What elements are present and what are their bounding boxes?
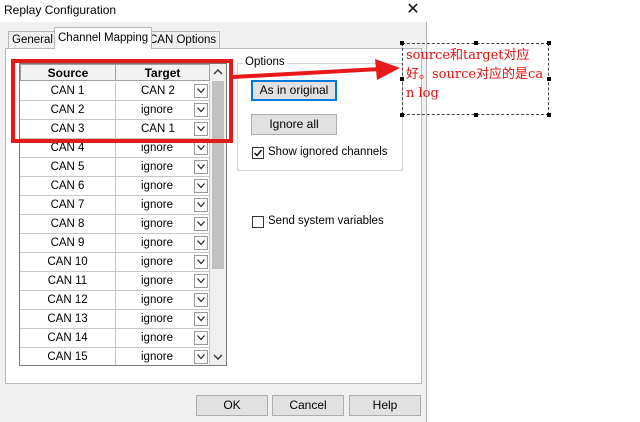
- close-icon[interactable]: ✕: [399, 0, 427, 22]
- target-select[interactable]: ignore: [115, 196, 210, 215]
- ignore-all-button[interactable]: Ignore all: [251, 114, 337, 135]
- show-ignored-label: Show ignored channels: [268, 146, 388, 158]
- checkmark-icon: [253, 149, 263, 157]
- table-row[interactable]: CAN 6 ignore: [20, 177, 210, 196]
- resize-handle[interactable]: [547, 113, 551, 117]
- chevron-down-icon[interactable]: [194, 198, 208, 212]
- source-cell: CAN 7: [20, 196, 116, 215]
- target-value: ignore: [141, 180, 173, 192]
- table-row[interactable]: CAN 8 ignore: [20, 215, 210, 234]
- chevron-down-icon[interactable]: [194, 255, 208, 269]
- resize-handle[interactable]: [547, 77, 551, 81]
- chevron-down-icon[interactable]: [194, 293, 208, 307]
- target-value: ignore: [141, 142, 173, 154]
- chevron-down-icon[interactable]: [194, 331, 208, 345]
- resize-handle[interactable]: [400, 113, 404, 117]
- target-select[interactable]: ignore: [115, 234, 210, 253]
- send-system-variables-checkbox[interactable]: [252, 216, 264, 228]
- table-row[interactable]: CAN 5 ignore: [20, 158, 210, 177]
- chevron-down-icon[interactable]: [194, 160, 208, 174]
- ok-button[interactable]: OK: [196, 395, 268, 416]
- target-select[interactable]: ignore: [115, 310, 210, 329]
- help-button[interactable]: Help: [349, 395, 421, 416]
- table-row[interactable]: CAN 14 ignore: [20, 329, 210, 348]
- target-value: ignore: [141, 218, 173, 230]
- source-cell: CAN 10: [20, 253, 116, 272]
- resize-handle[interactable]: [400, 41, 404, 45]
- show-ignored-checkbox[interactable]: [252, 147, 264, 159]
- chevron-down-icon[interactable]: [194, 179, 208, 193]
- source-cell: CAN 5: [20, 158, 116, 177]
- table-row[interactable]: CAN 9 ignore: [20, 234, 210, 253]
- table-row[interactable]: CAN 11 ignore: [20, 272, 210, 291]
- tab-general[interactable]: General: [8, 31, 57, 48]
- target-select[interactable]: ignore: [115, 291, 210, 310]
- source-cell: CAN 6: [20, 177, 116, 196]
- chevron-down-icon[interactable]: [194, 274, 208, 288]
- target-select[interactable]: ignore: [115, 177, 210, 196]
- target-value: ignore: [141, 275, 173, 287]
- target-value: ignore: [141, 313, 173, 325]
- highlight-box: [11, 59, 233, 143]
- annotation-note: source和target对应好。source对应的是can log: [402, 43, 549, 115]
- resize-handle[interactable]: [474, 113, 478, 117]
- chevron-down-icon[interactable]: [194, 217, 208, 231]
- target-value: ignore: [141, 256, 173, 268]
- send-system-variables-label: Send system variables: [268, 215, 384, 227]
- table-row[interactable]: CAN 7 ignore: [20, 196, 210, 215]
- window-title: Replay Configuration: [4, 3, 117, 17]
- target-select[interactable]: ignore: [115, 158, 210, 177]
- target-select[interactable]: ignore: [115, 348, 210, 365]
- chevron-down-icon[interactable]: [194, 350, 208, 364]
- source-cell: CAN 9: [20, 234, 116, 253]
- target-value: ignore: [141, 294, 173, 306]
- target-value: ignore: [141, 332, 173, 344]
- target-value: ignore: [141, 351, 173, 363]
- target-value: ignore: [141, 161, 173, 173]
- target-value: ignore: [141, 199, 173, 211]
- source-cell: CAN 8: [20, 215, 116, 234]
- target-select[interactable]: ignore: [115, 215, 210, 234]
- source-cell: CAN 11: [20, 272, 116, 291]
- table-row[interactable]: CAN 12 ignore: [20, 291, 210, 310]
- resize-handle[interactable]: [474, 41, 478, 45]
- source-cell: CAN 12: [20, 291, 116, 310]
- table-row[interactable]: CAN 10 ignore: [20, 253, 210, 272]
- source-cell: CAN 15: [20, 348, 116, 365]
- resize-handle[interactable]: [400, 77, 404, 81]
- target-select[interactable]: ignore: [115, 329, 210, 348]
- target-value: ignore: [141, 237, 173, 249]
- tab-channel-mapping[interactable]: Channel Mapping: [54, 27, 153, 49]
- annotation-arrow-icon: [232, 59, 400, 80]
- source-cell: CAN 14: [20, 329, 116, 348]
- table-row[interactable]: CAN 15 ignore: [20, 348, 210, 365]
- chevron-down-icon[interactable]: [194, 236, 208, 250]
- annotation-text: source和target对应好。source对应的是can log: [406, 48, 544, 101]
- target-select[interactable]: ignore: [115, 253, 210, 272]
- chevron-down-icon[interactable]: [194, 312, 208, 326]
- table-row[interactable]: CAN 13 ignore: [20, 310, 210, 329]
- title-bar: Replay Configuration ✕: [0, 0, 427, 22]
- chevron-down-icon[interactable]: [194, 141, 208, 155]
- target-select[interactable]: ignore: [115, 272, 210, 291]
- scroll-down-icon[interactable]: [213, 353, 223, 363]
- tab-can-options[interactable]: CAN Options: [145, 31, 221, 48]
- resize-handle[interactable]: [547, 41, 551, 45]
- source-cell: CAN 13: [20, 310, 116, 329]
- cancel-button[interactable]: Cancel: [272, 395, 344, 416]
